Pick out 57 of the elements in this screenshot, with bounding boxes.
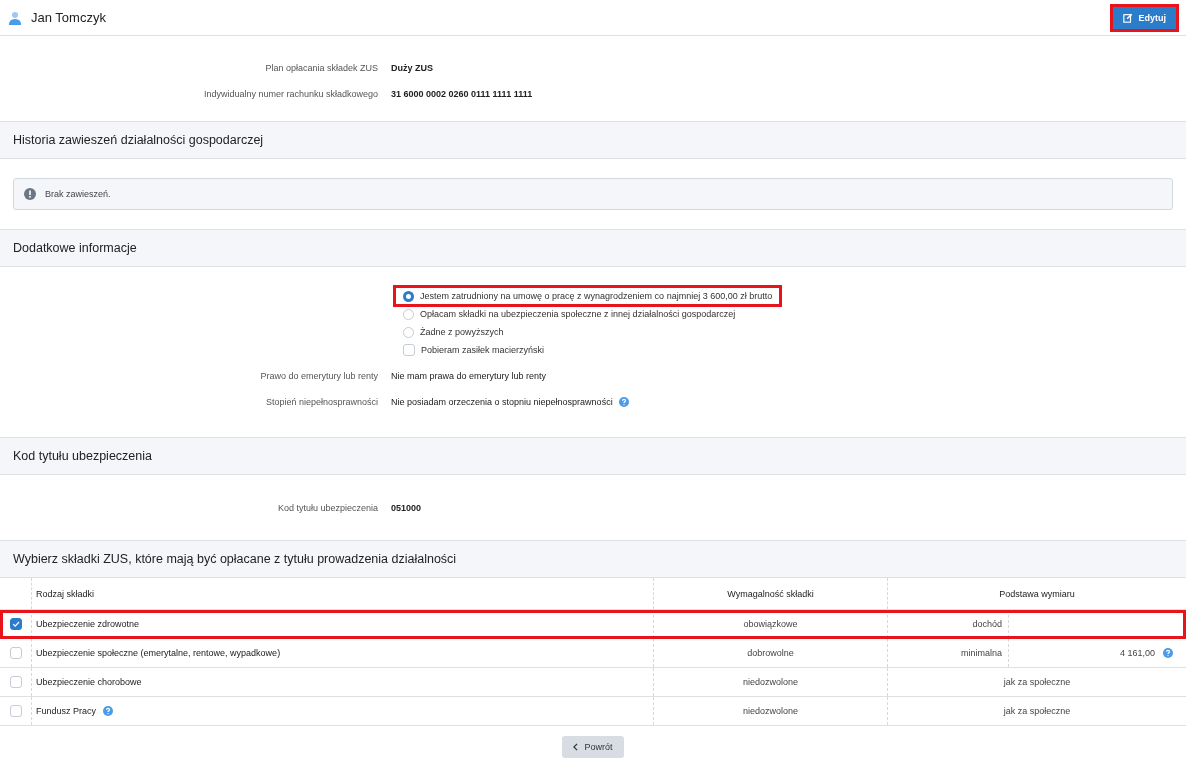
section-header: Dodatkowe informacje: [0, 230, 1186, 267]
alert-message: Brak zawieszeń.: [45, 189, 111, 199]
table-cell: dochód: [972, 619, 1002, 629]
field-label: Prawo do emerytury lub renty: [259, 371, 379, 381]
table-cell: jak za społeczne: [1003, 677, 1071, 687]
section-header: Historia zawieszeń działalności gospodarczej: [0, 122, 1186, 159]
table-cell: Ubezpieczenie zdrowotne: [36, 619, 140, 629]
option-label: Żadne z powyższych: [420, 327, 504, 337]
edit-icon: [1123, 12, 1134, 23]
checkbox[interactable]: [403, 344, 415, 356]
column-header: Podstawa wymiaru: [998, 587, 1076, 601]
table-cell: dobrowolne: [747, 648, 794, 658]
column-header: Wymagalność składki: [654, 578, 888, 609]
option-label: Opłacam składki na ubezpieczenia społeczne z innej działalności gospodarczej: [420, 309, 736, 319]
table-cell: 4 161,00: [1119, 648, 1155, 658]
exclamation-icon: [24, 188, 36, 200]
checkbox[interactable]: [9, 705, 22, 717]
table-cell: Ubezpieczenie chorobowe: [36, 677, 142, 687]
checkbox[interactable]: [9, 647, 22, 659]
radio-button[interactable]: [403, 326, 414, 338]
help-icon[interactable]: [103, 706, 114, 716]
field-value: Duży ZUS: [391, 63, 433, 73]
table-cell: Ubezpieczenie społeczne (emerytalne, rentowe, wypadkowe): [36, 648, 281, 658]
section-header: Wybierz składki ZUS, które mają być opłacane z tytułu prowadzenia działalności: [0, 541, 1186, 578]
table-cell: obowiązkowe: [743, 619, 798, 629]
chevron-left-icon: [573, 743, 579, 751]
option-label: Pobieram zasiłek macierzyński: [421, 345, 545, 355]
table-cell: Fundusz Pracy: [36, 706, 97, 716]
option-label: Jestem zatrudniony na umowę o pracę z wynagrodzeniem co najmniej 3 600,00 zł brutto: [420, 291, 773, 301]
field-label: Indywidualny numer rachunku składkowego: [202, 89, 379, 99]
person-name: Jan Tomczyk: [31, 10, 106, 25]
field-label: Plan opłacania składek ZUS: [264, 63, 379, 73]
option-row[interactable]: Opłacam składki na ubezpieczenia społeczne z innej działalności gospodarczej: [395, 305, 744, 323]
field-label: Kod tytułu ubezpieczenia: [276, 503, 379, 513]
checkbox[interactable]: [9, 618, 22, 630]
radio-button[interactable]: [403, 308, 414, 320]
table-cell: jak za społeczne: [1003, 706, 1071, 716]
table-cell: minimalna: [961, 648, 1002, 658]
section-header: Kod tytułu ubezpieczenia: [0, 438, 1186, 475]
field-label: Stopień niepełnosprawności: [264, 397, 379, 407]
checkbox[interactable]: [9, 676, 22, 688]
table-cell: niedozwolone: [742, 677, 798, 687]
option-row[interactable]: Żadne z powyższych: [395, 323, 512, 341]
edit-button[interactable]: Edytuj: [1113, 6, 1176, 29]
back-button[interactable]: Powrót: [562, 736, 624, 758]
user-icon: [8, 10, 22, 25]
help-icon[interactable]: [618, 397, 629, 407]
field-value: 051000: [391, 503, 422, 513]
field-value: 31 6000 0002 0260 0111 1111 1111: [391, 89, 533, 99]
option-row[interactable]: Pobieram zasiłek macierzyński: [395, 341, 553, 359]
field-value: Nie posiadam orzeczenia o stopniu niepełnosprawności: [391, 397, 613, 407]
table-cell: niedozwolone: [742, 706, 798, 716]
column-header: Rodzaj składki: [32, 578, 654, 609]
radio-button[interactable]: [403, 290, 414, 302]
help-icon[interactable]: [1163, 648, 1173, 658]
field-value: Nie mam prawa do emerytury lub renty: [391, 371, 547, 381]
option-row[interactable]: Jestem zatrudniony na umowę o pracę z wynagrodzeniem co najmniej 3 600,00 zł brutto: [395, 287, 781, 305]
